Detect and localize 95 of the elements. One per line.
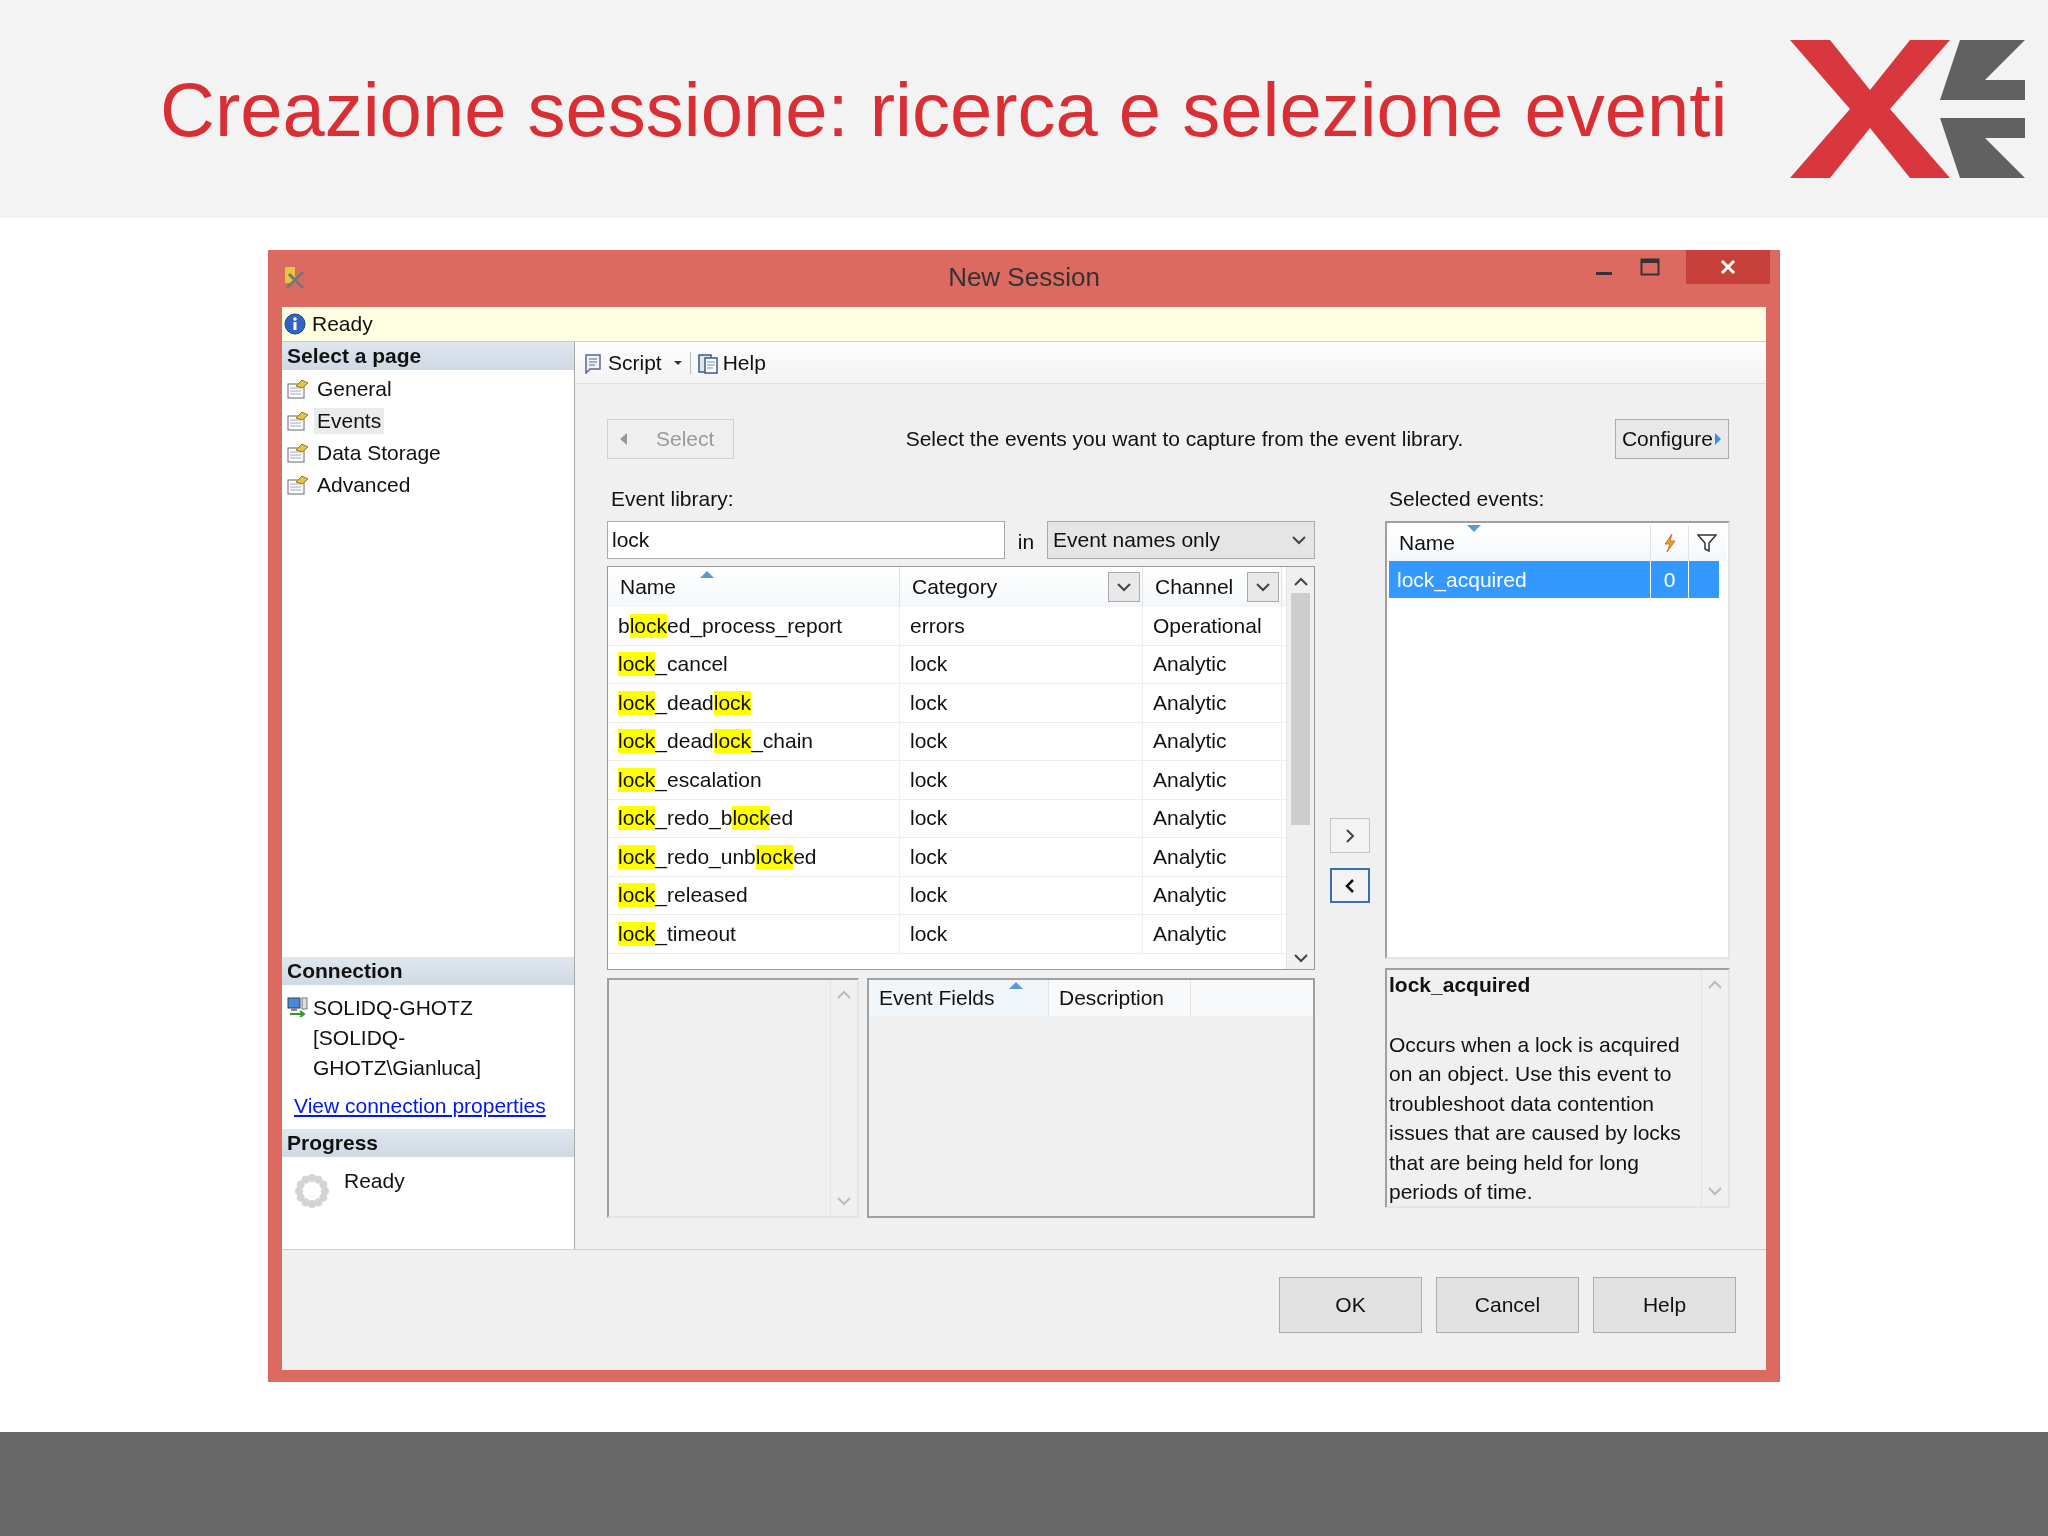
sort-arrow-icon bbox=[1008, 981, 1023, 989]
chevron-down-icon bbox=[1292, 535, 1306, 545]
column-header[interactable]: Channel bbox=[1155, 575, 1234, 599]
chevron-down-icon bbox=[1117, 582, 1131, 592]
table-cell: Analytic bbox=[1143, 838, 1282, 876]
status-message: Ready bbox=[312, 312, 373, 336]
window-title: New Session bbox=[948, 262, 1100, 292]
dialog-button[interactable]: Cancel bbox=[1436, 1277, 1579, 1333]
column-filter-button[interactable] bbox=[1247, 572, 1279, 602]
column-header[interactable]: Category bbox=[912, 575, 998, 599]
dialog-button[interactable]: OK bbox=[1279, 1277, 1422, 1333]
scroll-down-icon bbox=[1708, 1186, 1722, 1196]
table-cell: lock bbox=[900, 722, 1143, 760]
toolbar-button[interactable]: Help bbox=[693, 348, 769, 377]
table-cell: lock bbox=[900, 684, 1143, 722]
dialog-button[interactable]: Help bbox=[1593, 1277, 1736, 1333]
server-name: SOLIDQ-GHOTZ [SOLIDQ-GHOTZ\Gianluca] bbox=[313, 995, 483, 1081]
close-icon bbox=[1720, 259, 1736, 275]
configure-button[interactable]: Configure bbox=[1614, 419, 1729, 459]
column-header[interactable]: Name bbox=[620, 575, 677, 599]
connection-properties-link[interactable]: View connection properties bbox=[294, 1093, 546, 1119]
field-label: in bbox=[1016, 529, 1036, 554]
page-item[interactable]: Data Storage bbox=[314, 440, 444, 466]
page-item[interactable]: General bbox=[314, 376, 395, 402]
description-title: lock_acquired bbox=[1389, 972, 1532, 998]
help-book-icon bbox=[696, 351, 719, 374]
table-cell[interactable]: lock_deadlock bbox=[608, 684, 900, 722]
table-cell: Operational bbox=[1143, 607, 1282, 645]
scroll-up-icon bbox=[1293, 577, 1308, 587]
sort-arrow-icon bbox=[1467, 524, 1482, 532]
field-label: Event library: bbox=[610, 486, 735, 512]
scope-dropdown[interactable]: Event names only bbox=[1047, 521, 1315, 559]
page-item[interactable]: Events bbox=[314, 408, 385, 434]
slide-title: Creazione sessione: ricerca e selezione eventi bbox=[160, 65, 1729, 153]
scroll-down-icon bbox=[837, 1196, 851, 1206]
search-field[interactable]: lock bbox=[607, 521, 1005, 559]
page-icon bbox=[287, 475, 309, 495]
filter-icon bbox=[1697, 534, 1717, 552]
page-icon bbox=[287, 379, 309, 399]
table-cell[interactable]: lock_timeout bbox=[608, 915, 900, 953]
left-triangle-icon bbox=[618, 432, 628, 446]
sort-arrow-icon bbox=[700, 570, 715, 578]
table-cell: Analytic bbox=[1143, 761, 1282, 799]
section-heading: Connection bbox=[282, 957, 574, 985]
info-icon bbox=[284, 313, 306, 335]
app-icon bbox=[283, 265, 307, 292]
table-cell[interactable]: lock_deadlock_chain bbox=[608, 722, 900, 760]
table-cell[interactable]: lock_redo_unblocked bbox=[608, 838, 900, 876]
column-header[interactable]: Description bbox=[1059, 986, 1165, 1010]
chevron-down-icon bbox=[1256, 582, 1270, 592]
table-cell: lock bbox=[900, 645, 1143, 683]
progress-status: Ready bbox=[344, 1169, 405, 1193]
chevron-right-icon bbox=[1345, 828, 1355, 843]
page-icon bbox=[287, 411, 309, 431]
table-cell[interactable]: lock_released bbox=[608, 876, 900, 914]
lightning-icon bbox=[1662, 533, 1677, 553]
table-cell: Analytic bbox=[1143, 684, 1282, 722]
add-event-button[interactable] bbox=[1330, 818, 1370, 853]
column-header[interactable]: Name bbox=[1399, 531, 1456, 555]
table-cell: Analytic bbox=[1143, 915, 1282, 953]
table-cell[interactable]: blocked_process_report bbox=[608, 607, 900, 645]
computer-icon bbox=[287, 997, 309, 1017]
table-cell: errors bbox=[900, 607, 1143, 645]
table-cell: lock bbox=[900, 915, 1143, 953]
minimize-icon bbox=[1596, 271, 1612, 275]
script-dropdown-button[interactable]: Script bbox=[579, 348, 687, 377]
table-cell: Analytic bbox=[1143, 799, 1282, 837]
maximize-icon bbox=[1640, 258, 1660, 276]
table-cell[interactable]: lock_cancel bbox=[608, 645, 900, 683]
table-cell: lock bbox=[900, 838, 1143, 876]
close-button[interactable] bbox=[1686, 250, 1770, 284]
table-cell: lock bbox=[900, 799, 1143, 837]
table-cell: lock bbox=[900, 761, 1143, 799]
scroll-down-icon bbox=[1293, 953, 1308, 963]
table-cell[interactable]: lock_escalation bbox=[608, 761, 900, 799]
table-cell: Analytic bbox=[1143, 876, 1282, 914]
page-icon bbox=[287, 443, 309, 463]
section-heading: Select a page bbox=[282, 342, 574, 370]
instruction-text: Select the events you want to capture from the event library. bbox=[904, 427, 1465, 451]
table-cell: Analytic bbox=[1143, 722, 1282, 760]
remove-event-button[interactable] bbox=[1330, 868, 1370, 903]
spinner-icon bbox=[294, 1173, 330, 1209]
page-item[interactable]: Advanced bbox=[314, 472, 414, 498]
table-cell: lock bbox=[900, 876, 1143, 914]
section-heading: Progress bbox=[282, 1129, 574, 1157]
column-filter-button[interactable] bbox=[1108, 572, 1140, 602]
logo-icon bbox=[1790, 40, 2025, 178]
scroll-up-icon bbox=[1708, 980, 1722, 990]
field-label: Selected events: bbox=[1388, 486, 1546, 512]
scroll-up-icon bbox=[837, 990, 851, 1000]
right-triangle-icon bbox=[1714, 432, 1722, 446]
description-text: Occurs when a lock is acquired on an object. Use this event to troubleshoot data contention issues that are caused by locks that are being held for long periods of time. bbox=[1389, 1031, 1682, 1205]
scrollbar-thumb[interactable] bbox=[1291, 593, 1310, 825]
chevron-left-icon bbox=[1345, 878, 1355, 893]
table-cell: Analytic bbox=[1143, 645, 1282, 683]
